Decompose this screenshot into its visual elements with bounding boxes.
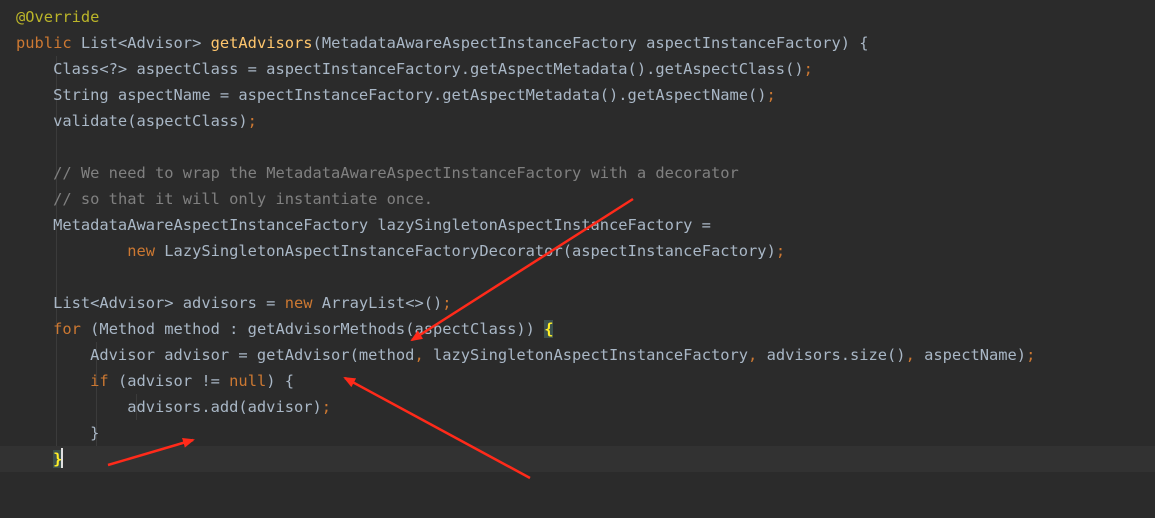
arrow-to-getadvisor xyxy=(343,376,531,480)
arrow-to-getadvisormethods xyxy=(410,197,634,342)
arrow-to-advisors-add xyxy=(107,438,195,467)
annotation-arrows xyxy=(107,197,634,480)
